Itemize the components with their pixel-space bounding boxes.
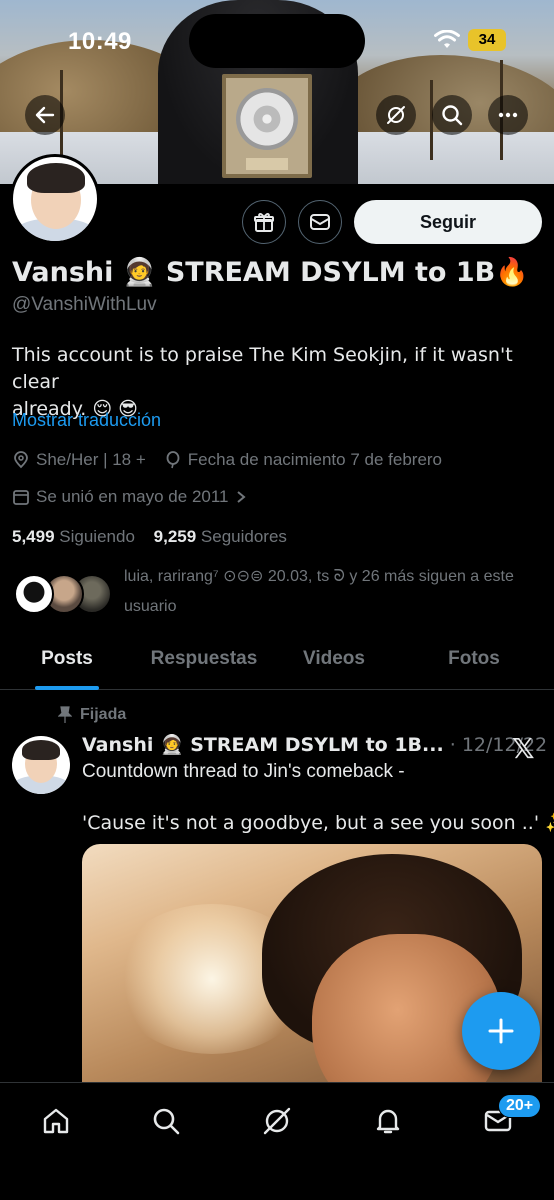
display-name: Vanshi 🧑‍🚀 STREAM DSYLM to 1B🔥 (12, 257, 529, 288)
battery-indicator: 34 (468, 29, 506, 51)
pinned-indicator: Fijada (58, 706, 126, 724)
known-follower-avatar[interactable] (14, 574, 54, 614)
avatar-hair (22, 740, 60, 760)
known-followers-text[interactable]: luia, rarirang⁷ ⊙⊝⊜ 20.03, ts ᘐ y 26 más… (124, 566, 544, 618)
tab-respuestas[interactable]: Respuestas (134, 630, 274, 689)
bio-line: This account is to praise The Kim Seokji… (12, 344, 513, 393)
more-button[interactable] (488, 95, 528, 135)
back-button[interactable] (25, 95, 65, 135)
profile-avatar[interactable] (10, 154, 100, 244)
banner-plaque (222, 74, 312, 178)
post-author-avatar[interactable] (12, 736, 70, 794)
post-media-image[interactable] (82, 844, 542, 1104)
post-header: Vanshi 🧑‍🚀 STREAM DSYLM to 1B... · 12/12… (82, 733, 547, 756)
back-arrow-icon (35, 106, 55, 124)
translate-link[interactable]: Mostrar traducción (12, 410, 161, 431)
follow-button[interactable]: Seguir (354, 200, 542, 244)
search-button[interactable] (432, 95, 472, 135)
followers-label: Seguidores (200, 527, 287, 546)
grok-icon (263, 1107, 291, 1135)
profile-tabs: Posts Respuestas Videos Fotos (0, 630, 554, 690)
birthday-text: Fecha de nacimiento 7 de febrero (187, 450, 443, 469)
location-icon (14, 451, 28, 469)
post-author-name[interactable]: Vanshi 🧑‍🚀 STREAM DSYLM to 1B... (82, 734, 444, 756)
plaque-plate (246, 158, 288, 170)
avatar-hair (27, 163, 85, 193)
message-icon (310, 214, 330, 230)
plaque-disc (236, 88, 298, 150)
more-icon (498, 112, 518, 118)
following-count: 5,499 (12, 527, 55, 546)
x-logo-icon[interactable]: 𝕏 (512, 732, 535, 765)
profile-handle: @VanshiWithLuv (12, 294, 157, 315)
joined-row[interactable]: Se unió en mayo de 2011 (12, 487, 247, 507)
search-icon (153, 1108, 180, 1135)
nav-grok[interactable] (257, 1101, 297, 1141)
known-followers-line: luia, rarirang⁷ ⊙⊝⊜ 20.03, ts ᘐ y 26 más… (124, 568, 514, 585)
dynamic-island (189, 14, 365, 68)
following-label: Siguiendo (59, 527, 135, 546)
followers-link[interactable]: 9,259 Seguidores (154, 527, 287, 546)
pin-icon (58, 706, 72, 723)
search-icon (442, 105, 463, 126)
grok-button[interactable] (376, 95, 416, 135)
balloon-icon (166, 451, 180, 469)
bell-icon (376, 1109, 400, 1134)
grok-icon (387, 106, 405, 124)
following-link[interactable]: 5,499 Siguiendo (12, 527, 135, 546)
message-button[interactable] (298, 200, 342, 244)
nav-notifications[interactable] (368, 1101, 408, 1141)
followers-count: 9,259 (153, 527, 197, 546)
nav-search[interactable] (146, 1101, 186, 1141)
plus-icon (488, 1018, 514, 1044)
profile-meta-row: She/Her | 18 + Fecha de nacimiento 7 de … (12, 450, 442, 470)
tab-fotos[interactable]: Fotos (394, 630, 554, 689)
messages-badge: 20+ (498, 1094, 542, 1118)
wifi-icon (434, 30, 460, 48)
post-text-line: Countdown thread to Jin's comeback - (82, 761, 405, 782)
chevron-right-icon (236, 491, 246, 503)
pinned-label: Fijada (80, 706, 127, 723)
pronouns-text: She/Her | 18 + (36, 450, 146, 469)
known-followers-line: usuario (124, 598, 177, 615)
gift-icon (254, 212, 274, 232)
post-text-line: 'Cause it's not a goodbye, but a see you… (82, 812, 554, 834)
compose-post-button[interactable] (462, 992, 540, 1070)
bottom-navigation (0, 1082, 554, 1200)
home-icon (43, 1108, 69, 1134)
status-time: 10:49 (68, 28, 132, 55)
joined-text: Se unió en mayo de 2011 (36, 487, 229, 506)
follow-counts: 5,499 Siguiendo 9,259 Seguidores (12, 527, 287, 547)
tab-posts[interactable]: Posts (0, 630, 134, 689)
gift-button[interactable] (242, 200, 286, 244)
tab-videos[interactable]: Videos (274, 630, 394, 689)
calendar-icon (13, 490, 29, 505)
nav-home[interactable] (36, 1101, 76, 1141)
